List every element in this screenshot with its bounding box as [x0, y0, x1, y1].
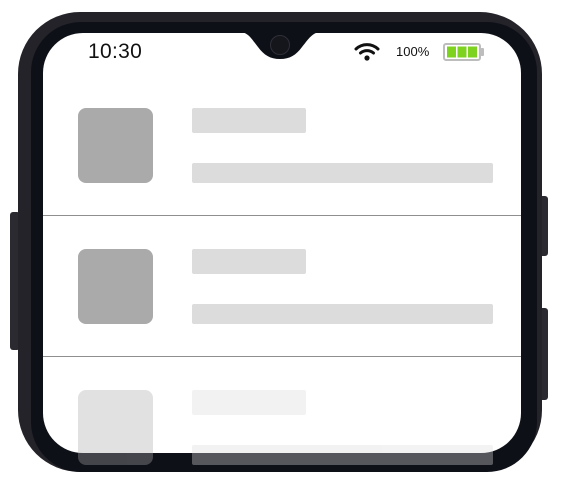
thumbnail-placeholder — [78, 390, 153, 465]
thumbnail-placeholder — [78, 108, 153, 183]
list-item[interactable] — [43, 75, 521, 215]
list-item[interactable] — [43, 357, 521, 497]
title-placeholder — [192, 249, 306, 274]
title-placeholder — [192, 108, 306, 133]
battery-icon — [443, 43, 484, 61]
subtitle-placeholder — [192, 445, 493, 465]
subtitle-placeholder — [192, 304, 493, 324]
front-camera — [270, 35, 290, 55]
subtitle-placeholder — [192, 163, 493, 183]
thumbnail-placeholder — [78, 249, 153, 324]
status-time: 10:30 — [88, 40, 143, 63]
list-item[interactable] — [43, 216, 521, 356]
title-placeholder — [192, 390, 306, 415]
wifi-icon — [354, 43, 380, 61]
battery-percent: 100% — [396, 44, 430, 59]
